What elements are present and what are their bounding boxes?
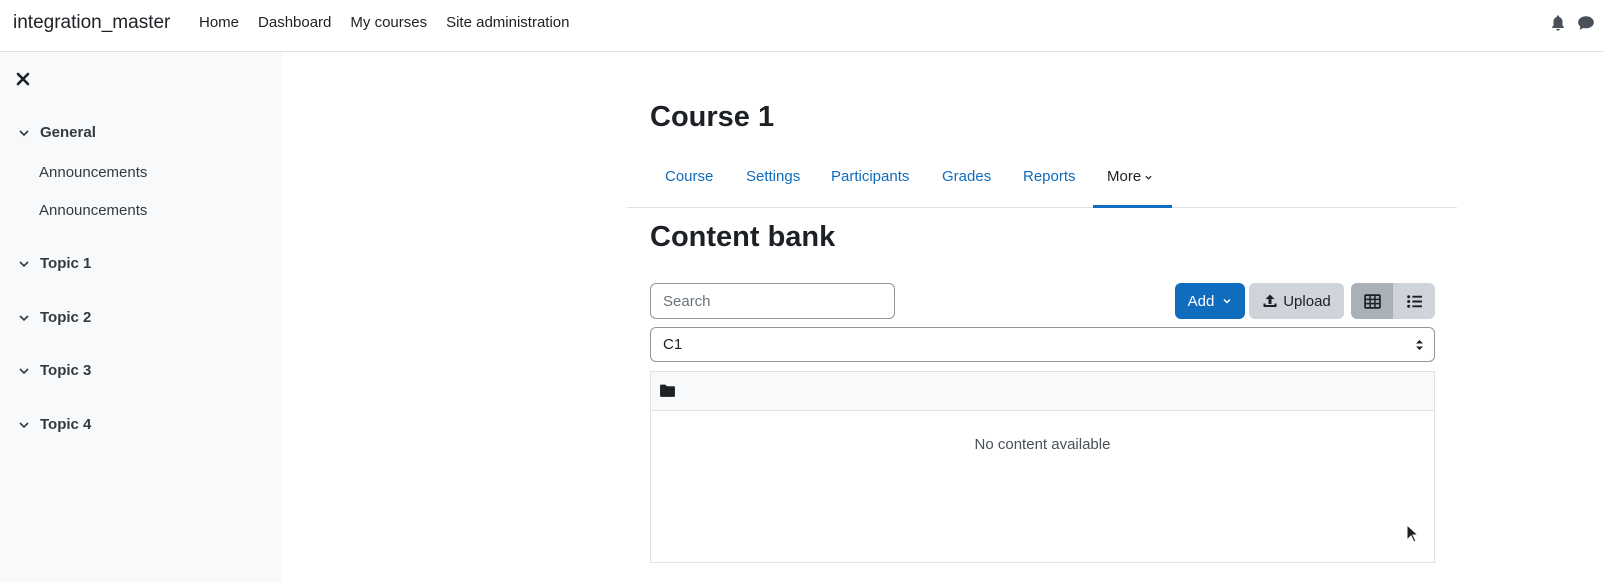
site-brand[interactable]: integration_master <box>13 12 170 34</box>
section-general[interactable]: General <box>18 124 96 141</box>
close-drawer-icon[interactable] <box>14 70 32 88</box>
section-topic-3[interactable]: Topic 3 <box>18 362 91 379</box>
section-label[interactable]: General <box>40 124 96 141</box>
upload-button-label: Upload <box>1283 292 1331 310</box>
course-title: Course 1 <box>650 101 775 133</box>
tab-course[interactable]: Course <box>665 168 713 185</box>
nav-dashboard[interactable]: Dashboard <box>258 14 331 31</box>
chevron-down-icon <box>1223 298 1231 304</box>
active-tab-indicator <box>1093 205 1172 208</box>
page-title: Content bank <box>650 221 836 253</box>
chevron-down-icon <box>1145 175 1152 180</box>
content-bank-toolbar <box>651 372 1434 411</box>
top-navbar: integration_master Home Dashboard My cou… <box>0 0 1604 52</box>
view-grid-button[interactable] <box>1351 283 1393 319</box>
chevron-down-icon[interactable] <box>18 419 30 431</box>
section-topic-1[interactable]: Topic 1 <box>18 255 91 272</box>
nav-site-administration[interactable]: Site administration <box>446 14 569 31</box>
activity-announcements[interactable]: Announcements <box>39 202 147 219</box>
nav-my-courses[interactable]: My courses <box>350 14 427 31</box>
section-label[interactable]: Topic 2 <box>40 309 91 326</box>
mouse-cursor-icon <box>1406 524 1420 543</box>
select-arrows-icon <box>1416 340 1423 350</box>
course-secondary-navigation: Course Settings Participants Grades Repo… <box>627 160 1457 208</box>
tab-settings[interactable]: Settings <box>746 168 800 185</box>
tab-reports[interactable]: Reports <box>1023 168 1076 185</box>
tab-participants[interactable]: Participants <box>831 168 909 185</box>
bell-icon[interactable] <box>1549 14 1567 32</box>
search-input[interactable] <box>650 283 895 319</box>
chevron-down-icon[interactable] <box>18 312 30 324</box>
section-label[interactable]: Topic 4 <box>40 416 91 433</box>
course-index-drawer: General Announcements Announcements Topi… <box>0 52 282 582</box>
section-topic-4[interactable]: Topic 4 <box>18 416 91 433</box>
activity-announcements[interactable]: Announcements <box>39 164 147 181</box>
nav-home[interactable]: Home <box>199 14 239 31</box>
empty-message: No content available <box>974 436 1111 453</box>
list-view-icon <box>1406 294 1422 308</box>
context-select-value: C1 <box>663 336 683 353</box>
upload-button[interactable]: Upload <box>1249 283 1344 319</box>
add-button[interactable]: Add <box>1175 283 1245 319</box>
primary-navigation: Home Dashboard My courses Site administr… <box>196 14 586 31</box>
content-bank-panel: No content available <box>650 371 1435 563</box>
section-label[interactable]: Topic 1 <box>40 255 91 272</box>
chat-icon[interactable] <box>1577 14 1595 32</box>
tab-grades[interactable]: Grades <box>942 168 991 185</box>
tab-more[interactable]: More <box>1107 168 1153 185</box>
chevron-down-icon[interactable] <box>18 365 30 377</box>
folder-icon <box>660 384 675 397</box>
grid-view-icon <box>1363 293 1381 309</box>
add-button-label: Add <box>1187 292 1215 310</box>
section-label[interactable]: Topic 3 <box>40 362 91 379</box>
chevron-down-icon[interactable] <box>18 127 30 139</box>
view-list-button[interactable] <box>1393 283 1435 319</box>
tab-more-label: More <box>1107 168 1142 185</box>
section-topic-2[interactable]: Topic 2 <box>18 309 91 326</box>
context-select[interactable]: C1 <box>650 327 1435 362</box>
chevron-down-icon[interactable] <box>18 258 30 270</box>
upload-icon <box>1263 294 1277 307</box>
